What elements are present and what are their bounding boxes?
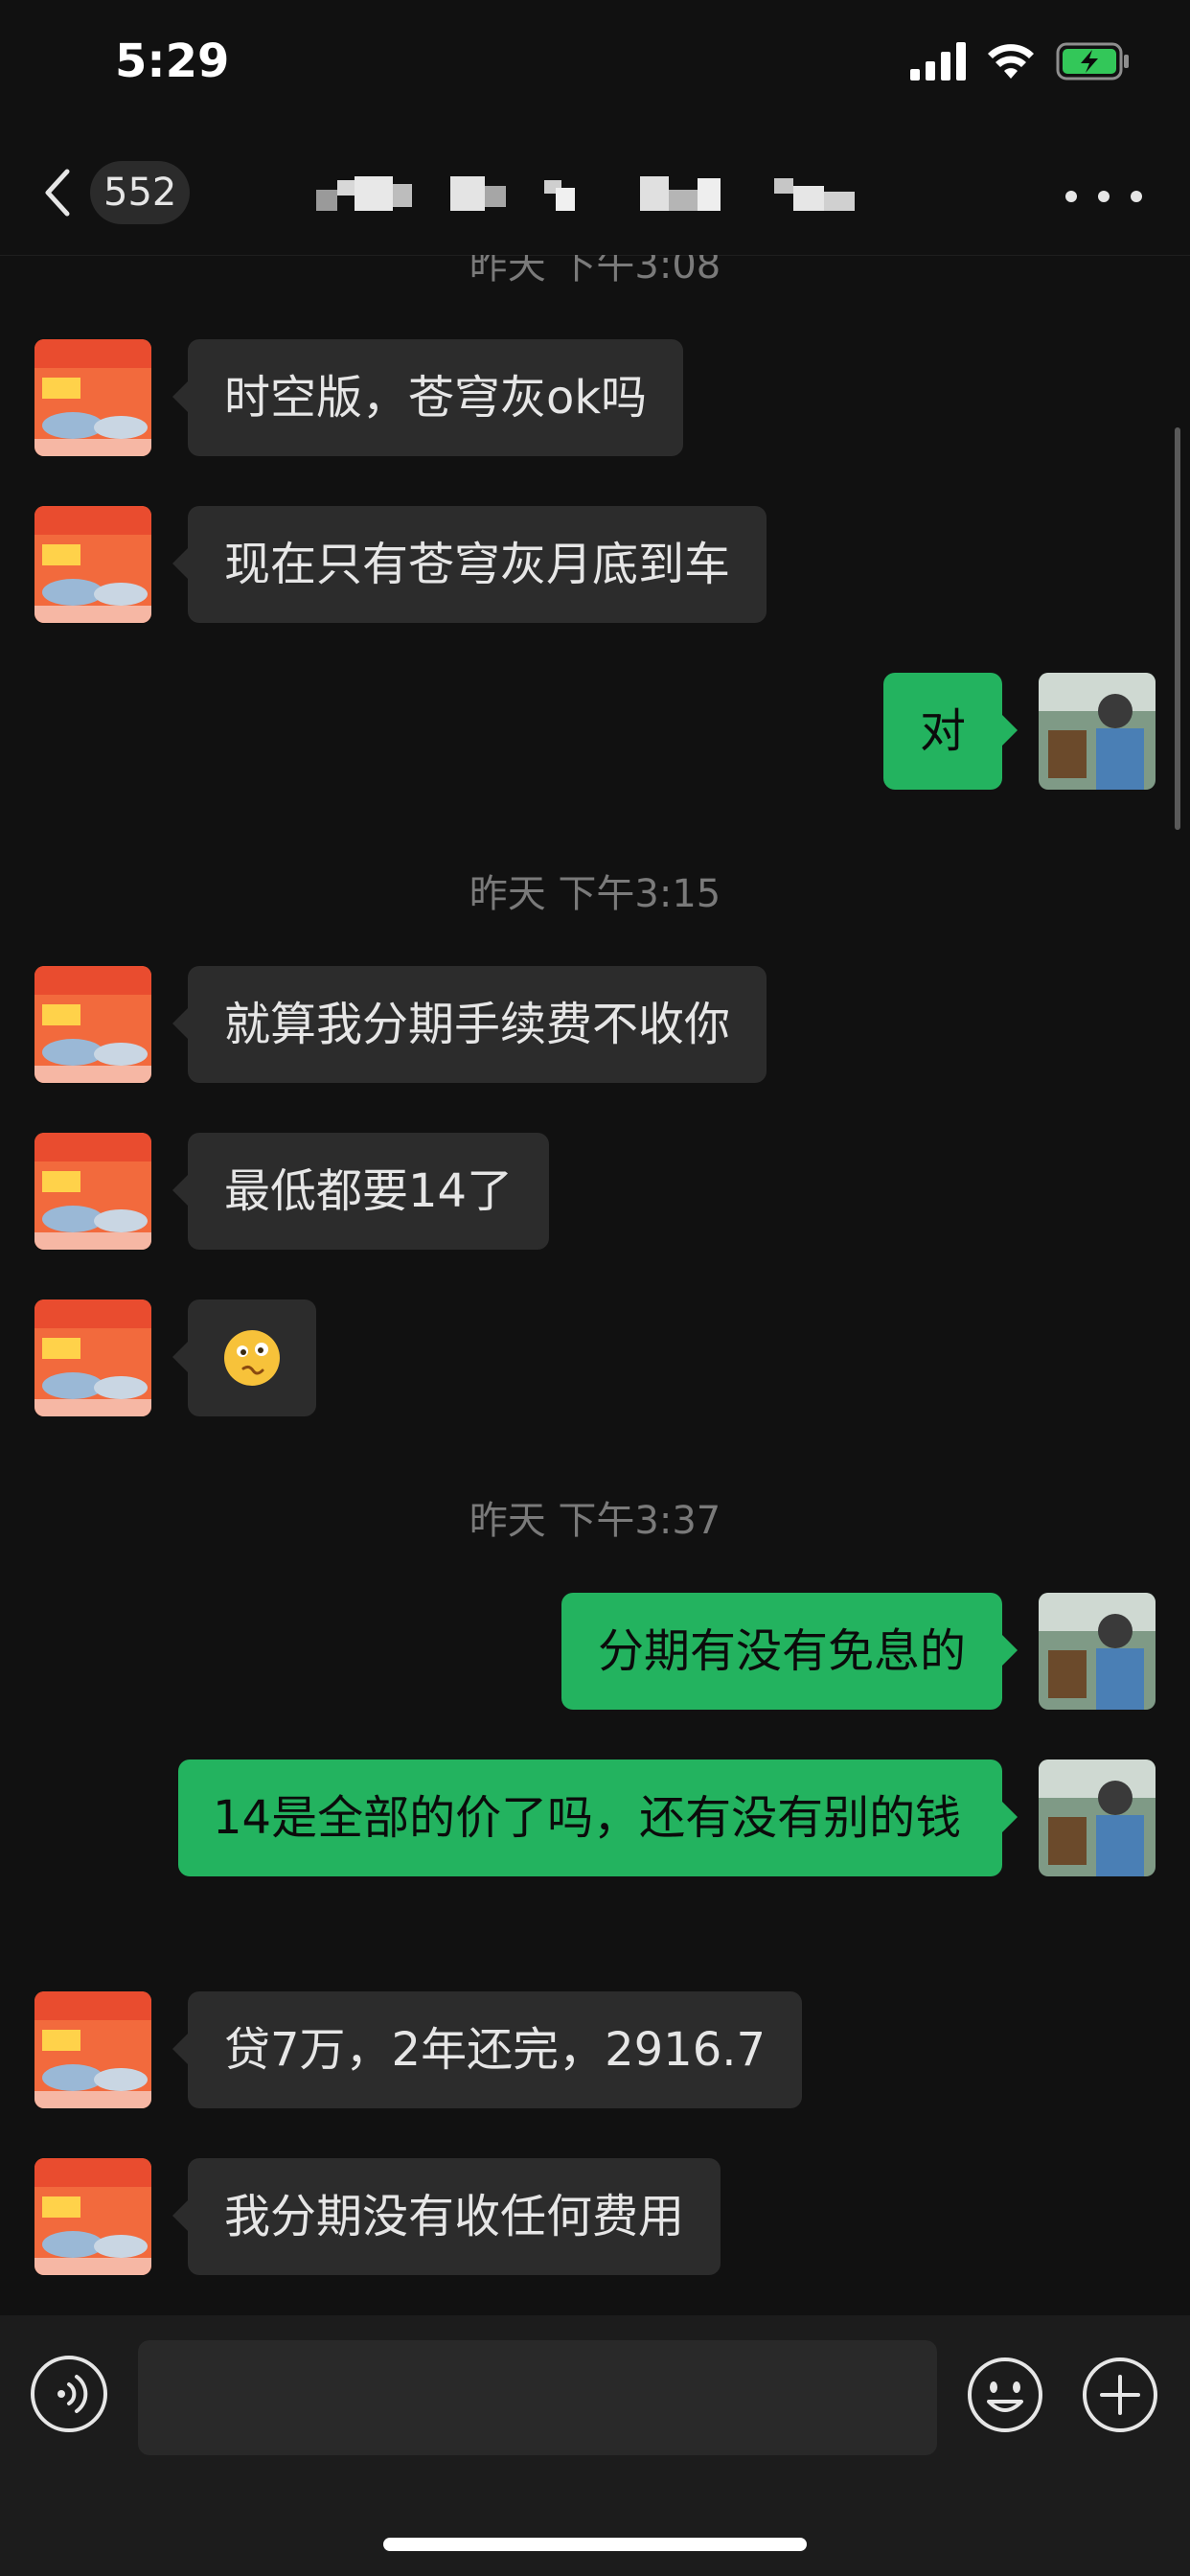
message-bubble[interactable]: 贷7万，2年还完，2916.7 — [172, 1991, 803, 2108]
contact-avatar[interactable] — [34, 966, 151, 1083]
contact-avatar[interactable] — [34, 1300, 151, 1416]
cellular-signal-icon — [910, 42, 966, 80]
voice-input-button[interactable] — [31, 2356, 107, 2432]
more-dot — [1131, 191, 1142, 202]
back-arrow-icon — [45, 169, 70, 217]
message-bubble[interactable]: 最低都要14了 — [172, 1133, 550, 1250]
timestamp: 昨天 下午3:15 — [469, 872, 721, 916]
car-ad-avatar-image — [34, 966, 151, 1083]
emoji-message-bubble[interactable] — [172, 1300, 316, 1416]
timestamp: 昨天 下午3:37 — [469, 1499, 721, 1543]
contact-avatar[interactable] — [34, 1991, 151, 2108]
message-bubble[interactable]: 14是全部的价了吗，还有没有别的钱 — [178, 1760, 1018, 1876]
unread-count-badge: 552 — [90, 161, 191, 224]
message-bubble[interactable]: 对 — [882, 673, 1018, 790]
message-text-field[interactable] — [138, 2340, 937, 2455]
contact-avatar[interactable] — [34, 1133, 151, 1250]
status-icons — [910, 40, 1131, 82]
more-options-button[interactable] — [1065, 172, 1142, 220]
status-bar: 5:29 — [0, 0, 1190, 134]
woozy-face-emoji — [224, 1330, 280, 1386]
contact-avatar[interactable] — [34, 339, 151, 456]
message-bubble[interactable]: 时空版，苍穹灰ok吗 — [172, 339, 684, 456]
emoji-icon — [968, 2358, 1042, 2432]
chat-messages-area[interactable]: 昨天 下午3:08 时空版，苍穹灰ok吗 现在只有苍穹灰月底到车 对 昨天 下午… — [0, 255, 1190, 2315]
back-button[interactable]: 552 — [38, 159, 211, 226]
car-ad-avatar-image — [34, 1991, 151, 2108]
more-dot — [1065, 191, 1077, 202]
message-bubble[interactable]: 现在只有苍穹灰月底到车 — [172, 506, 767, 623]
plus-icon — [1083, 2358, 1157, 2432]
my-avatar[interactable] — [1039, 1760, 1156, 1876]
scrollbar-thumb[interactable] — [1175, 427, 1180, 830]
car-ad-avatar-image — [34, 339, 151, 456]
chat-title-obscured — [316, 171, 891, 218]
more-functions-button[interactable] — [1081, 2356, 1159, 2434]
car-ad-avatar-image — [34, 506, 151, 623]
my-avatar[interactable] — [1039, 673, 1156, 790]
battery-charging-icon — [1056, 42, 1129, 80]
timestamp: 昨天 下午3:08 — [469, 255, 721, 288]
message-bubble[interactable]: 我分期没有收任何费用 — [172, 2158, 721, 2275]
user-photo-avatar-image — [1039, 673, 1156, 790]
more-dot — [1098, 191, 1110, 202]
emoji-button[interactable] — [966, 2356, 1044, 2434]
wifi-icon — [988, 44, 1034, 79]
car-ad-avatar-image — [34, 2158, 151, 2275]
contact-avatar[interactable] — [34, 2158, 151, 2275]
home-indicator[interactable] — [383, 2538, 807, 2551]
contact-avatar[interactable] — [34, 506, 151, 623]
user-photo-avatar-image — [1039, 1760, 1156, 1876]
message-bubble[interactable]: 就算我分期手续费不收你 — [172, 966, 767, 1083]
my-avatar[interactable] — [1039, 1593, 1156, 1710]
pixelated-title — [316, 176, 855, 211]
user-photo-avatar-image — [1039, 1593, 1156, 1710]
message-bubble[interactable]: 分期有没有免息的 — [561, 1593, 1018, 1710]
navbar: 552 — [0, 134, 1190, 256]
car-ad-avatar-image — [34, 1133, 151, 1250]
status-time: 5:29 — [115, 34, 230, 88]
voice-icon — [57, 2375, 88, 2413]
car-ad-avatar-image — [34, 1300, 151, 1416]
